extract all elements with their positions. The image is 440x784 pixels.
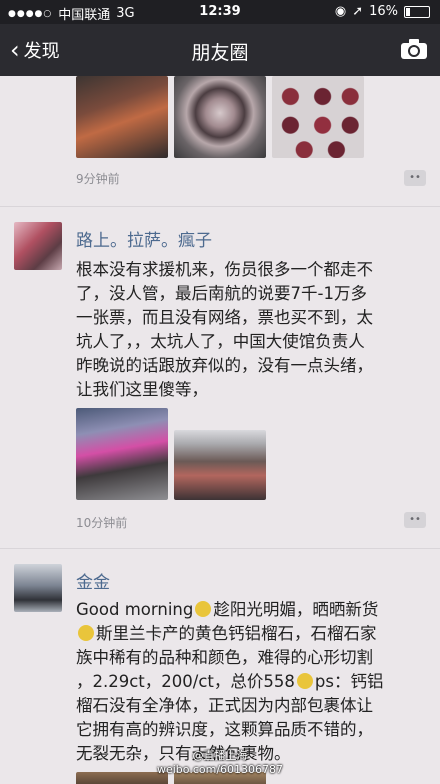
post-text-line: 斯里兰卡产的黄色钙铝榴石，石榴石家 [76, 622, 436, 646]
author-name[interactable]: 金金 [76, 568, 110, 593]
avatar[interactable] [14, 564, 62, 612]
comment-icon: •• [409, 514, 421, 525]
post-text-line: 一张票，而且没有网络，票也买不到，太 [76, 308, 373, 327]
post-timestamp: 10分钟前 [76, 516, 128, 530]
page-title: 朋友圈 [191, 42, 249, 64]
divider [0, 548, 440, 549]
smile-emoji-icon [296, 673, 313, 689]
smile-emoji-icon [195, 601, 212, 617]
watermark-url: weibo.com/601306787 [156, 763, 284, 776]
post-image[interactable] [272, 76, 364, 158]
camera-icon [401, 39, 427, 59]
post-text-segment: ps：钙铝 [314, 672, 384, 691]
watermark: @直播上海 weibo.com/601306787 [0, 747, 440, 776]
status-bar: ●●●●○ 中国联通 3G 12:39 ◉ ➚ 16% [0, 0, 440, 24]
post-text-line: 根本没有求援机来，伤员很多一个都走不 [76, 260, 373, 279]
post-text: 根本没有求援机来，伤员很多一个都走不 了，没人管，最后南航的说要7千-1万多 一… [76, 258, 426, 402]
comment-button[interactable]: •• [404, 512, 426, 528]
watermark-account: @直播上海 [192, 749, 248, 762]
post-timestamp: 9分钟前 [76, 172, 120, 186]
post-text-line: 它拥有高的辨识度，这颗算品质不错的， [76, 720, 373, 739]
battery-icon [404, 5, 430, 18]
camera-button[interactable] [400, 38, 428, 60]
post-image[interactable] [76, 408, 168, 500]
post-text-segment: Good morning [76, 600, 194, 619]
post-text-line: 昨晚说的话跟放弃似的，没有一点头绪， [76, 356, 373, 375]
moments-feed[interactable]: 9分钟前 •• 路上。拉萨。瘋子 根本没有求援机来，伤员很多一个都走不 了，没人… [0, 76, 440, 784]
post-text-line: Good morning 趁阳光明媚，晒晒新货 [76, 598, 436, 622]
avatar[interactable] [14, 222, 62, 270]
battery-percent: 16% [369, 4, 398, 19]
post-text-segment: ，2.29ct，200/ct，总价558 [76, 672, 295, 691]
nav-bar: ‹ 发现 朋友圈 [0, 24, 440, 76]
post-image[interactable] [174, 76, 266, 158]
navigation-icon: ➚ [352, 4, 364, 19]
post-text-line: 榴石没有全净体，正式因为内部包裹体让 [76, 696, 373, 715]
post-text-line: 让我们这里傻等， [76, 380, 208, 399]
author-name[interactable]: 路上。拉萨。瘋子 [76, 226, 212, 251]
post-text-line: ，2.29ct，200/ct，总价558 ps：钙铝 [76, 670, 436, 694]
post-text-line: 了，没人管，最后南航的说要7千-1万多 [76, 284, 367, 303]
post-image[interactable] [174, 430, 266, 500]
comment-icon: •• [409, 172, 421, 183]
location-icon: ◉ [334, 4, 347, 19]
comment-button[interactable]: •• [404, 170, 426, 186]
post-text: Good morning 趁阳光明媚，晒晒新货 斯里兰卡产的黄色钙铝榴石，石榴石家… [76, 598, 436, 766]
smile-emoji-icon [78, 625, 94, 641]
post-image[interactable] [76, 76, 168, 158]
post-text-line: 族中稀有的品种和颜色，难得的心形切割 [76, 648, 373, 667]
post-text-segment: 趁阳光明媚，晒晒新货 [213, 600, 379, 619]
battery-fill [406, 7, 410, 16]
status-right: ◉ ➚ 16% [335, 4, 430, 19]
divider [0, 206, 440, 207]
post-text-segment: 斯里兰卡产的黄色钙铝榴石，石榴石家 [96, 624, 377, 643]
post-text-line: 坑人了，，太坑人了，中国大使馆负责人 [76, 332, 365, 351]
